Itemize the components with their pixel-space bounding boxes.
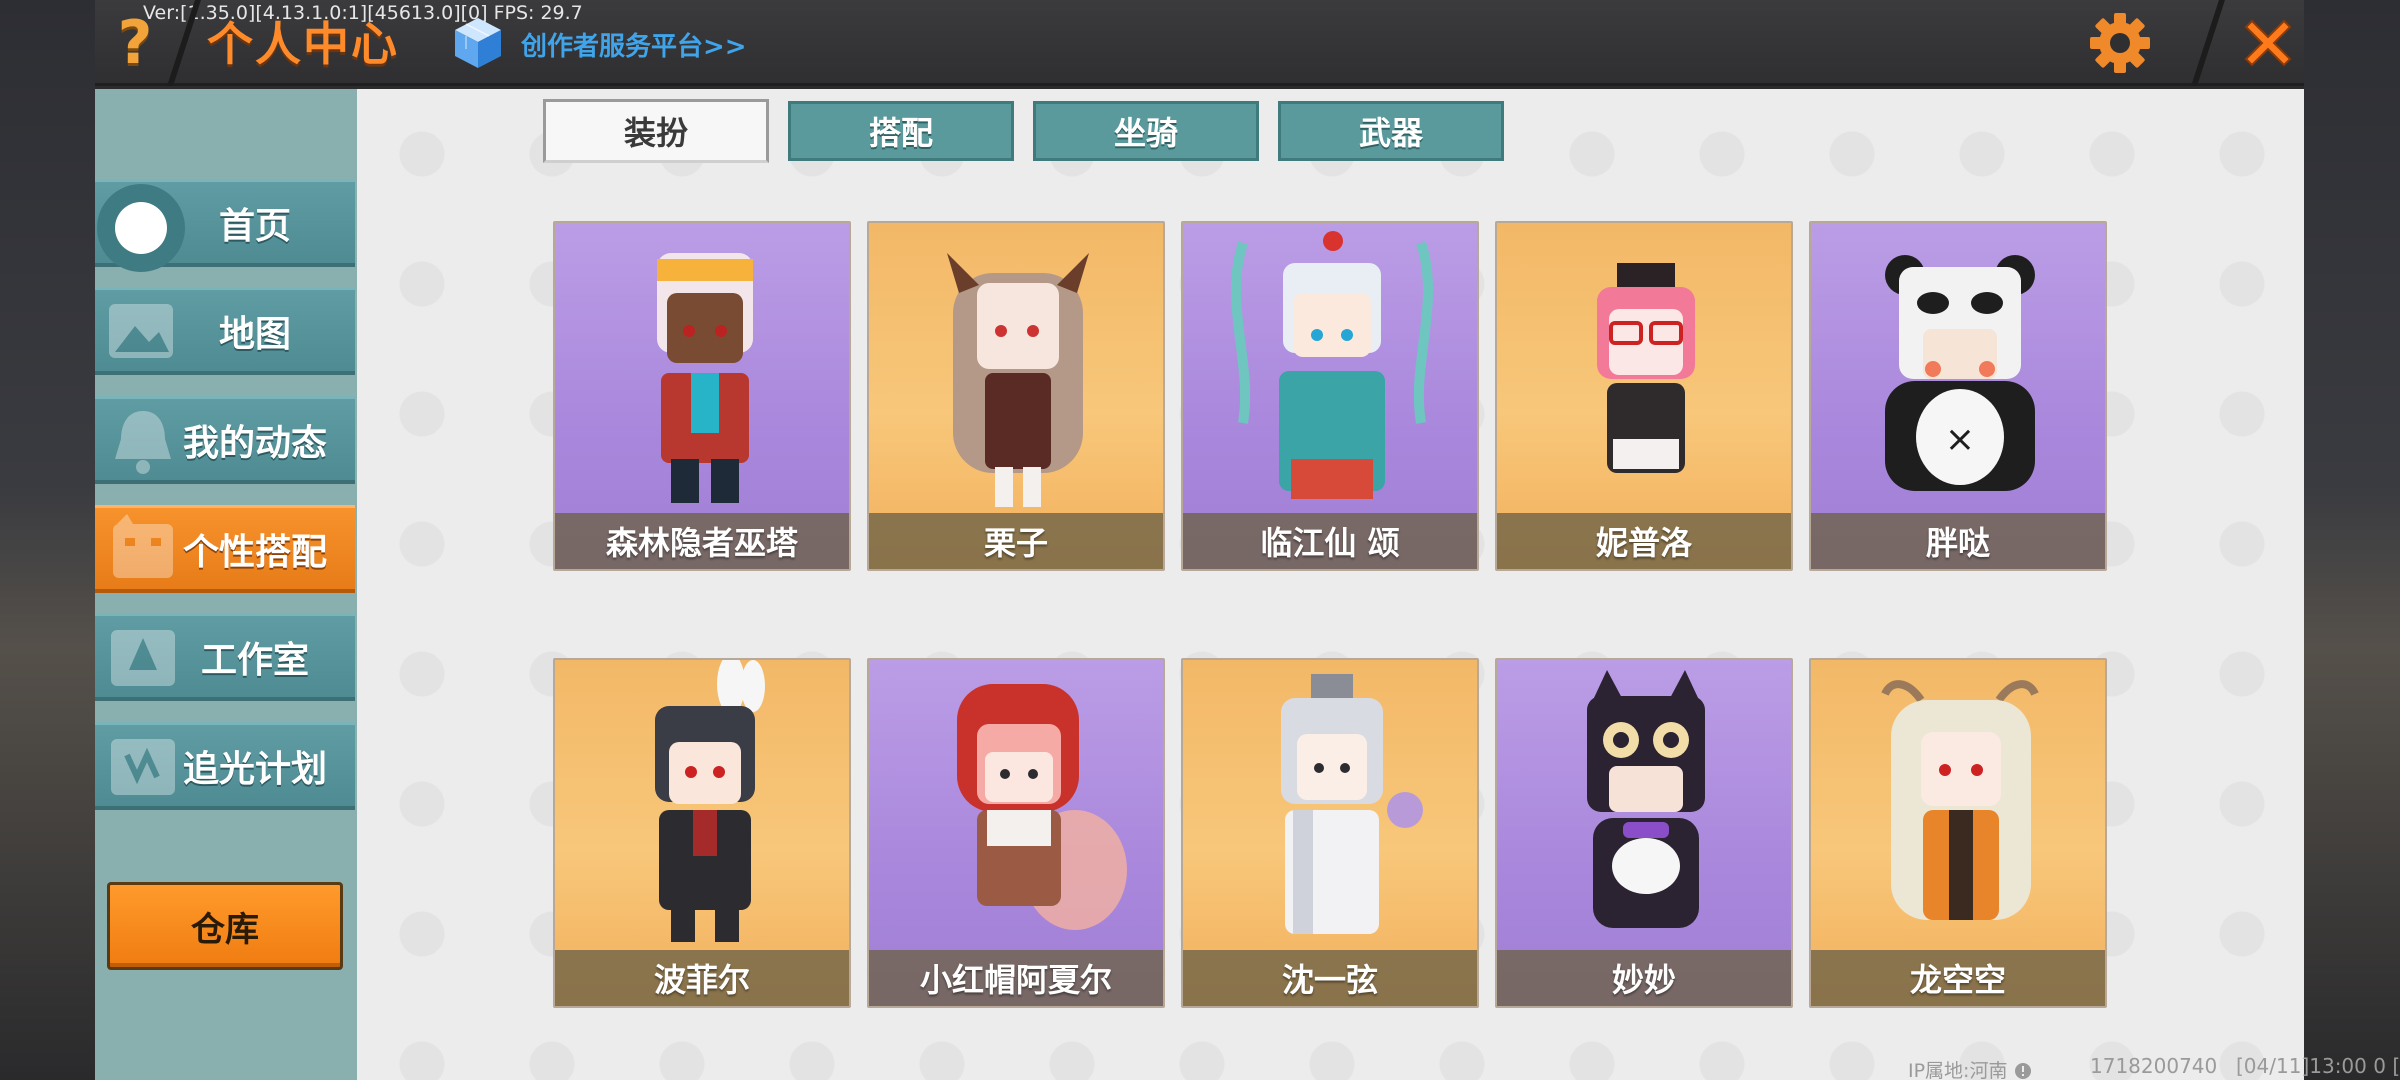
character-card[interactable]: 小红帽阿夏尔	[867, 658, 1165, 1008]
warehouse-button[interactable]: 仓库	[107, 882, 343, 970]
sidebar-item-label: 追光计划	[182, 748, 327, 790]
character-card[interactable]: 妙妙	[1495, 658, 1793, 1008]
sidebar-item-home[interactable]: 首页	[95, 179, 355, 272]
sidebar-item-outfit[interactable]: 个性搭配	[95, 505, 355, 593]
tab-costume[interactable]: 装扮	[543, 99, 769, 163]
character-figure	[1881, 680, 2039, 920]
tab-match[interactable]: 搭配	[788, 101, 1014, 161]
top-bar: ? Ver:[1.35.0][4.13.1.0:1][45613.0][0] F…	[95, 0, 2304, 86]
character-name: 小红帽阿夏尔	[869, 950, 1163, 1006]
character-card[interactable]: 波菲尔	[553, 658, 851, 1008]
character-figure	[1597, 263, 1695, 473]
ip-location-text: IP属地:河南	[1908, 1060, 2008, 1080]
game-background-right	[2304, 0, 2400, 1080]
character-figure	[1231, 231, 1433, 499]
close-icon	[2244, 19, 2292, 67]
sidebar-item-label: 个性搭配	[182, 531, 327, 573]
character-name: 龙空空	[1811, 950, 2105, 1006]
gear-icon[interactable]	[2085, 8, 2155, 78]
character-figure	[1587, 670, 1705, 928]
main-panel: 装扮 搭配 坐骑 武器 森林隐者巫塔 栗子 临江仙 颂 妮普洛 × 胖哒 波菲尔…	[357, 89, 2304, 1080]
character-name: 栗子	[869, 513, 1163, 569]
character-name: 临江仙 颂	[1183, 513, 1477, 569]
game-background-left	[0, 0, 95, 1080]
header-divider	[2191, 0, 2225, 86]
character-name: 妙妙	[1497, 950, 1791, 1006]
character-card[interactable]: 栗子	[867, 221, 1165, 571]
sidebar-item-light-plan[interactable]: 追光计划	[95, 722, 355, 810]
ip-location: IP属地:河南	[1908, 1056, 2032, 1080]
page-title: 个人中心	[207, 17, 399, 71]
tab-mount[interactable]: 坐骑	[1033, 101, 1259, 161]
sidebar-item-my-feed[interactable]: 我的动态	[95, 396, 355, 484]
sidebar: 首页 地图 我的动态 个性搭配 工作室 追光计划 仓库	[95, 89, 357, 1080]
character-figure	[1281, 674, 1423, 934]
info-icon[interactable]	[2014, 1062, 2032, 1080]
sidebar-item-map[interactable]: 地图	[95, 287, 355, 375]
svg-text:×: ×	[1945, 419, 1975, 460]
close-button[interactable]	[2233, 8, 2303, 78]
sidebar-item-label: 地图	[218, 313, 291, 355]
character-name: 森林隐者巫塔	[555, 513, 849, 569]
cube-icon[interactable]	[453, 16, 503, 70]
character-name: 妮普洛	[1497, 513, 1791, 569]
character-card[interactable]: 临江仙 颂	[1181, 221, 1479, 571]
character-name: 胖哒	[1811, 513, 2105, 569]
character-name: 沈一弦	[1183, 950, 1477, 1006]
tab-weapon[interactable]: 武器	[1278, 101, 1504, 161]
character-figure	[947, 253, 1089, 507]
character-card[interactable]: × 胖哒	[1809, 221, 2107, 571]
sidebar-item-studio[interactable]: 工作室	[95, 613, 355, 701]
character-card[interactable]: 妮普洛	[1495, 221, 1793, 571]
sidebar-item-label: 工作室	[200, 639, 309, 681]
character-name: 波菲尔	[555, 950, 849, 1006]
character-card[interactable]: 沈一弦	[1181, 658, 1479, 1008]
creator-platform-link[interactable]: 创作者服务平台>>	[521, 26, 747, 63]
character-figure	[655, 660, 765, 942]
character-card[interactable]: 龙空空	[1809, 658, 2107, 1008]
character-figure: ×	[1885, 255, 2035, 491]
user-id: 1718200740	[2090, 1054, 2218, 1078]
character-figure	[657, 253, 753, 503]
character-figure	[957, 684, 1127, 930]
server-time: [04/11]13:00 0 [	[2236, 1054, 2400, 1078]
character-card[interactable]: 森林隐者巫塔	[553, 221, 851, 571]
home-icon	[97, 184, 185, 272]
sidebar-item-label: 我的动态	[182, 422, 327, 464]
